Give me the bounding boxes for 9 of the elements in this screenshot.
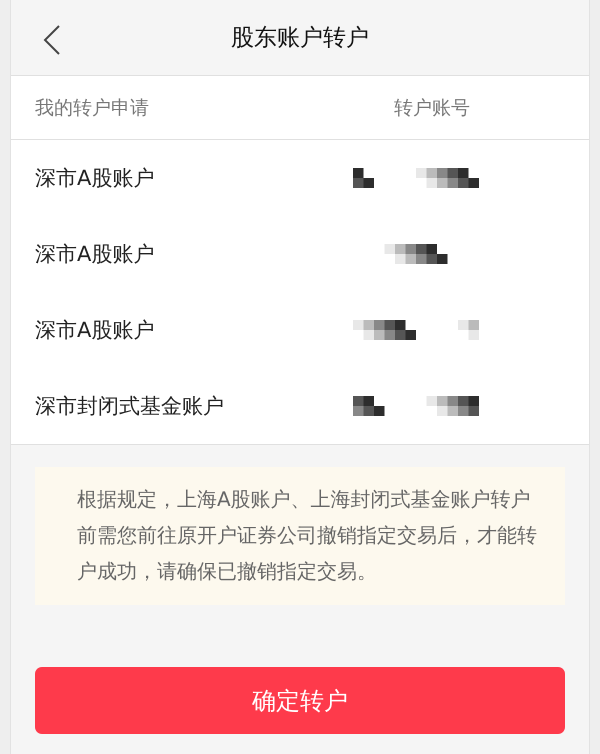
account-type: 深市A股账户 [35, 317, 156, 344]
account-type: 深市A股账户 [35, 241, 156, 268]
confirm-button[interactable]: 确定转户 [35, 667, 565, 734]
column-header: 我的转户申请 [35, 96, 149, 120]
account-type: 深市A股账户 [35, 165, 156, 192]
account-type: 深市封闭式基金账户 [35, 393, 225, 420]
page-title: 股东账户转户 [231, 24, 369, 53]
column-header: 转户账号 [394, 96, 470, 120]
notice-text: 根据规定，上海A股账户、上海封闭式基金账户转户前需您前往原开户证券公司撤销指定交易后，才能转户成功，请确保已撤销指定交易。 [35, 467, 565, 605]
